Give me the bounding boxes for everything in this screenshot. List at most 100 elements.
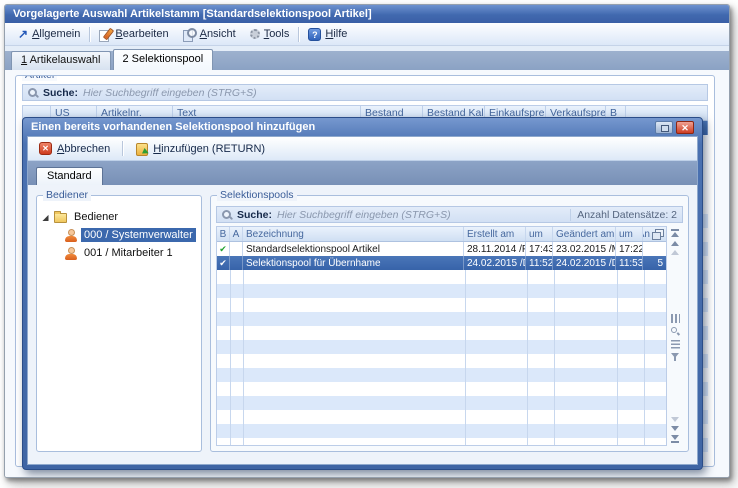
selektionspools-groupbox: Selektionspools Suche: Hier Suchbegriff … [210,195,689,452]
tab-selektionspool[interactable]: 2 Selektionspool [113,49,214,70]
menu-bearbeiten[interactable]: Bearbeiten [92,23,175,45]
maximize-button[interactable] [655,121,673,134]
screen: Vorgelagerte Auswahl Artikelstamm [Stand… [0,0,738,488]
row-erstellt-um: 11:52 [526,256,553,270]
view-magnifier-icon [183,28,196,41]
pools-col-um-2[interactable]: um [616,227,643,241]
person-icon [65,247,77,260]
dialog-titlebar[interactable]: Einen bereits vorhandenen Selektionspool… [27,118,698,136]
tree-item-systemverwalter[interactable]: 000 / Systemverwalter [65,226,197,244]
pools-empty-rows[interactable] [217,270,666,445]
artikel-search-label: Suche: [43,87,78,99]
help-icon: ? [308,28,321,41]
pools-col-um-1[interactable]: um [526,227,553,241]
table-row-selected[interactable]: ✔ Selektionspool für Übernhame 24.02.201… [217,256,666,270]
menu-tools-label: Tools [264,28,290,40]
pools-col-bezeichnung[interactable]: Bezeichnung [243,227,464,241]
row-check-icon: ✔ [217,256,230,270]
record-count: Anzahl Datensätze: 2 [570,209,677,221]
table-search-icon[interactable] [671,327,680,336]
filter-icon[interactable] [671,353,679,358]
scroll-to-top-icon[interactable] [671,229,679,237]
row-bezeichnung: Selektionspool für Übernhame [243,256,464,270]
row-geaendert-am: 24.02.2015 /Di [553,256,616,270]
table-nav-strip [667,226,683,446]
pools-col-b[interactable]: B [217,227,230,241]
menu-allgemein[interactable]: ↗ Allgemein [11,23,87,45]
abbrechen-label: Abbrechen [57,143,110,155]
menu-separator [298,27,299,42]
bediener-groupbox: Bediener ◢ Bediener 000 / Systemverwalte… [36,195,202,452]
pools-table-header: B A Bezeichnung Erstellt am um Geändert … [217,227,666,242]
pools-col-an[interactable]: An [643,227,666,241]
menu-tools[interactable]: Tools [243,23,297,45]
pools-col-erstellt-am[interactable]: Erstellt am [464,227,526,241]
menu-hilfe-label: Hilfe [325,28,347,40]
row-geaendert-um: 17:22 [616,242,643,256]
pools-col-a[interactable]: A [230,227,243,241]
selektionspools-group-label: Selektionspools [217,189,297,201]
close-button[interactable]: ✕ [676,121,694,134]
dialog-title: Einen bereits vorhandenen Selektionspool… [31,121,652,133]
row-bezeichnung: Standardselektionspool Artikel [243,242,464,256]
pools-search-placeholder: Hier Suchbegriff eingeben (STRG+S) [277,209,451,221]
main-content: Artikel Suche: Hier Suchbegriff eingeben… [5,70,729,477]
menu-bar: ↗ Allgemein Bearbeiten Ansicht Tools ? H… [5,23,729,46]
sort-icon[interactable] [671,340,680,349]
row-geaendert-um: 11:53 [616,256,643,270]
pools-search-bar[interactable]: Suche: Hier Suchbegriff eingeben (STRG+S… [216,206,683,223]
artikel-search-bar[interactable]: Suche: Hier Suchbegriff eingeben (STRG+S… [22,84,708,101]
page-up-icon[interactable] [671,250,679,255]
window-titlebar[interactable]: Vorgelagerte Auswahl Artikelstamm [Stand… [5,5,729,23]
column-chooser-icon[interactable] [652,229,663,239]
menu-bearbeiten-label: Bearbeiten [115,28,168,40]
hinzufuegen-label: Hinzufügen (RETURN) [153,143,265,155]
row-erstellt-am: 28.11.2014 /Fr [464,242,526,256]
gear-icon [250,29,260,39]
scroll-up-icon[interactable] [671,241,679,246]
tree-children: 000 / Systemverwalter 001 / Mitarbeiter … [65,226,197,262]
allgemein-arrow-icon: ↗ [18,29,28,39]
dialog-content: Bediener ◢ Bediener 000 / Systemverwalte… [28,185,697,464]
row-an [643,242,666,256]
menu-ansicht[interactable]: Ansicht [176,23,243,45]
add-selektionspool-dialog: Einen bereits vorhandenen Selektionspool… [22,117,703,470]
row-an: 5 [643,256,666,270]
row-erstellt-um: 17:43 [526,242,553,256]
tree-item-label: 001 / Mitarbeiter 1 [81,246,176,260]
page-down-icon[interactable] [671,417,679,422]
artikel-search-placeholder: Hier Suchbegriff eingeben (STRG+S) [83,87,257,99]
table-row[interactable]: ✔ Standardselektionspool Artikel 28.11.2… [217,242,666,256]
menu-ansicht-label: Ansicht [200,28,236,40]
row-erstellt-am: 24.02.2015 /Di [464,256,526,270]
menu-separator [89,27,90,42]
toolbar-separator [122,141,123,156]
tree-item-mitarbeiter[interactable]: 001 / Mitarbeiter 1 [65,244,197,262]
person-icon [65,229,77,242]
tab-standard[interactable]: Standard [36,167,103,185]
menu-hilfe[interactable]: ? Hilfe [301,23,354,45]
pools-search-label: Suche: [237,209,272,221]
artikel-group-label: Artikel [22,75,57,81]
app-window: Vorgelagerte Auswahl Artikelstamm [Stand… [4,4,730,478]
tab-artikelauswahl[interactable]: 1 Artikelauswahl [11,51,111,70]
tree-root-bediener[interactable]: ◢ Bediener [41,208,197,226]
menu-allgemein-label: Allgemein [32,28,80,40]
scroll-to-bottom-icon[interactable] [671,435,679,443]
search-icon [222,210,232,220]
dialog-body: ✕ Abbrechen Hinzufügen (RETURN) Standard [27,136,698,465]
pools-col-geaendert-am[interactable]: Geändert am [553,227,616,241]
scroll-down-icon[interactable] [671,426,679,431]
folder-icon [54,213,67,223]
freeze-columns-icon[interactable] [671,314,680,323]
search-icon [28,88,38,98]
add-icon [135,142,148,155]
hinzufuegen-button[interactable]: Hinzufügen (RETURN) [130,141,270,156]
edit-icon [99,28,111,41]
tree-item-label: 000 / Systemverwalter [81,228,196,242]
tree-expand-icon[interactable]: ◢ [41,213,50,222]
dialog-toolbar: ✕ Abbrechen Hinzufügen (RETURN) [28,137,697,161]
window-title: Vorgelagerte Auswahl Artikelstamm [Stand… [13,8,372,20]
abbrechen-button[interactable]: ✕ Abbrechen [34,141,115,156]
main-tab-strip: 1 Artikelauswahl 2 Selektionspool [5,46,729,70]
